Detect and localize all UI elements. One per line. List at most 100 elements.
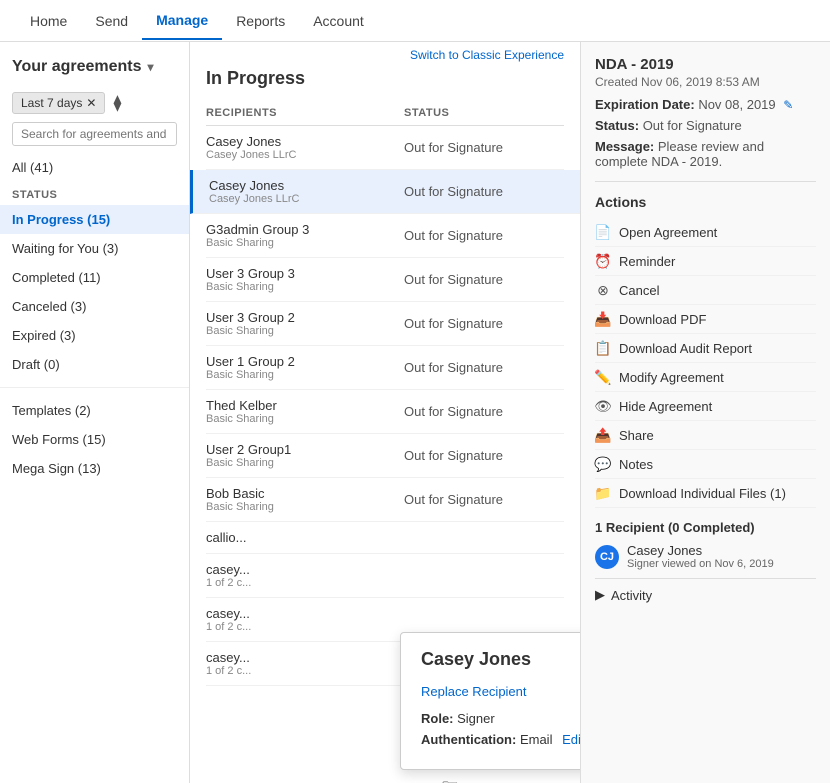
table-row[interactable]: User 3 Group 3 Basic Sharing Out for Sig… (206, 258, 564, 302)
recipient-name: Bob Basic (206, 486, 404, 501)
table-row[interactable]: Thed Kelber Basic Sharing Out for Signat… (206, 390, 564, 434)
recipient-sub: Basic Sharing (206, 413, 404, 425)
panel-expiration: Expiration Date: Nov 08, 2019 ✎ (595, 97, 816, 112)
document-icon: 📄 (595, 224, 611, 240)
recipient-name: G3admin Group 3 (206, 222, 404, 237)
expiration-value: Nov 08, 2019 (698, 97, 775, 112)
recipient-info: User 3 Group 3 Basic Sharing (206, 266, 404, 293)
status-label: Status: (595, 118, 639, 133)
top-navigation: Home Send Manage Reports Account (0, 0, 830, 42)
action-cancel[interactable]: ⊗ Cancel (595, 276, 816, 305)
switch-classic-link[interactable]: Switch to Classic Experience (190, 42, 580, 68)
popup-auth-label: Authentication: (421, 732, 520, 747)
avatar: CJ (595, 545, 619, 569)
recipient-name: User 1 Group 2 (206, 354, 404, 369)
recipient-sub: Basic Sharing (206, 325, 404, 337)
filter-icon-button[interactable]: ⧫ (113, 93, 121, 113)
popup-title: Casey Jones (421, 649, 580, 670)
status-text: Out for Signature (404, 272, 564, 287)
action-modify[interactable]: ✏️ Modify Agreement (595, 363, 816, 392)
sidebar-item-megasign[interactable]: Mega Sign (13) (0, 454, 189, 483)
table-header: RECIPIENTS STATUS (206, 101, 564, 126)
status-text: Out for Signature (404, 448, 564, 463)
table-row[interactable]: casey... 1 of 2 c... (206, 554, 564, 598)
recipient-sub: Basic Sharing (206, 501, 404, 513)
action-label: Modify Agreement (619, 370, 724, 385)
recipient-sub: Basic Sharing (206, 237, 404, 249)
table-row[interactable]: callio... (206, 522, 564, 554)
date-filter-button[interactable]: Last 7 days ✕ (12, 92, 105, 114)
recipient-popup: Casey Jones Replace Recipient Role: Sign… (400, 632, 580, 770)
status-section-label: STATUS (0, 181, 189, 205)
replace-recipient-link[interactable]: Replace Recipient (421, 684, 580, 699)
action-share[interactable]: 📤 Share (595, 421, 816, 450)
modify-icon: ✏️ (595, 369, 611, 385)
table-row[interactable]: Casey Jones Casey Jones LLrC Out for Sig… (190, 170, 580, 214)
action-notes[interactable]: 💬 Notes (595, 450, 816, 479)
activity-row[interactable]: ▶ Activity (595, 578, 816, 611)
recipient-name: Casey Jones (627, 543, 774, 558)
recipients-section: 1 Recipient (0 Completed) CJ Casey Jones… (595, 520, 816, 611)
cancel-icon: ⊗ (595, 282, 611, 298)
recipient-info: casey... 1 of 2 c... (206, 650, 404, 677)
action-download-audit[interactable]: 📋 Download Audit Report (595, 334, 816, 363)
action-download-pdf[interactable]: 📥 Download PDF (595, 305, 816, 334)
recipient-info: User 2 Group1 Basic Sharing (206, 442, 404, 469)
popup-edit-link[interactable]: Edit (562, 732, 580, 747)
table-row[interactable]: User 3 Group 2 Basic Sharing Out for Sig… (206, 302, 564, 346)
sidebar-item-templates[interactable]: Templates (2) (0, 396, 189, 425)
table-row[interactable]: Bob Basic Basic Sharing Out for Signatur… (206, 478, 564, 522)
status-text: Out for Signature (404, 140, 564, 155)
sidebar-item-draft[interactable]: Draft (0) (0, 350, 189, 379)
recipient-sub: Basic Sharing (206, 369, 404, 381)
table-row[interactable]: User 2 Group1 Basic Sharing Out for Sign… (206, 434, 564, 478)
sidebar-item-canceled[interactable]: Canceled (3) (0, 292, 189, 321)
sidebar-item-completed[interactable]: Completed (11) (0, 263, 189, 292)
filter-label: Last 7 days (21, 96, 82, 110)
all-agreements-item[interactable]: All (41) (0, 154, 189, 181)
nav-reports[interactable]: Reports (222, 3, 299, 39)
sidebar-item-webforms[interactable]: Web Forms (15) (0, 425, 189, 454)
chevron-right-icon: ▶ (595, 587, 605, 603)
recipient-sub: 1 of 2 c... (206, 621, 404, 633)
panel-status: Status: Out for Signature (595, 118, 816, 133)
recipient-info: Thed Kelber Basic Sharing (206, 398, 404, 425)
table-row[interactable]: Casey Jones Casey Jones LLrC Out for Sig… (206, 126, 564, 170)
recipient-card: CJ Casey Jones Signer viewed on Nov 6, 2… (595, 543, 816, 570)
chevron-down-icon[interactable]: ▾ (148, 60, 154, 74)
recipient-info: callio... (206, 530, 404, 545)
recipient-info: Casey Jones Casey Jones LLrC (209, 178, 404, 205)
content-area: Switch to Classic Experience In Progress… (190, 42, 580, 783)
table-row[interactable]: User 1 Group 2 Basic Sharing Out for Sig… (206, 346, 564, 390)
nav-send[interactable]: Send (81, 3, 142, 39)
nav-manage[interactable]: Manage (142, 2, 222, 40)
share-icon: 📤 (595, 427, 611, 443)
action-reminder[interactable]: ⏰ Reminder (595, 247, 816, 276)
popup-role-value: Signer (457, 711, 495, 726)
close-icon[interactable]: ✕ (86, 96, 96, 110)
edit-expiration-icon[interactable]: ✎ (783, 98, 793, 112)
action-hide[interactable]: 👁 Hide Agreement (595, 392, 816, 421)
nav-home[interactable]: Home (16, 3, 81, 39)
recipient-info: casey... 1 of 2 c... (206, 606, 404, 633)
search-input[interactable] (12, 122, 177, 146)
actions-title: Actions (595, 194, 816, 210)
action-label: Download Individual Files (1) (619, 486, 786, 501)
sidebar-item-expired[interactable]: Expired (3) (0, 321, 189, 350)
action-label: Download PDF (619, 312, 706, 327)
panel-divider (595, 181, 816, 182)
sidebar-item-in-progress[interactable]: In Progress (15) (0, 205, 189, 234)
action-label: Hide Agreement (619, 399, 712, 414)
status-text: Out for Signature (404, 316, 564, 331)
recipient-name: casey... (206, 562, 404, 577)
recipient-sub: Casey Jones LLrC (206, 149, 404, 161)
sidebar-item-waiting[interactable]: Waiting for You (3) (0, 234, 189, 263)
nav-account[interactable]: Account (299, 3, 378, 39)
message-label: Message: (595, 139, 654, 154)
status-text: Out for Signature (404, 360, 564, 375)
main-layout: Your agreements ▾ Last 7 days ✕ ⧫ All (4… (0, 42, 830, 783)
action-open-agreement[interactable]: 📄 Open Agreement (595, 218, 816, 247)
action-download-individual[interactable]: 📁 Download Individual Files (1) (595, 479, 816, 508)
action-label: Share (619, 428, 654, 443)
table-row[interactable]: G3admin Group 3 Basic Sharing Out for Si… (206, 214, 564, 258)
